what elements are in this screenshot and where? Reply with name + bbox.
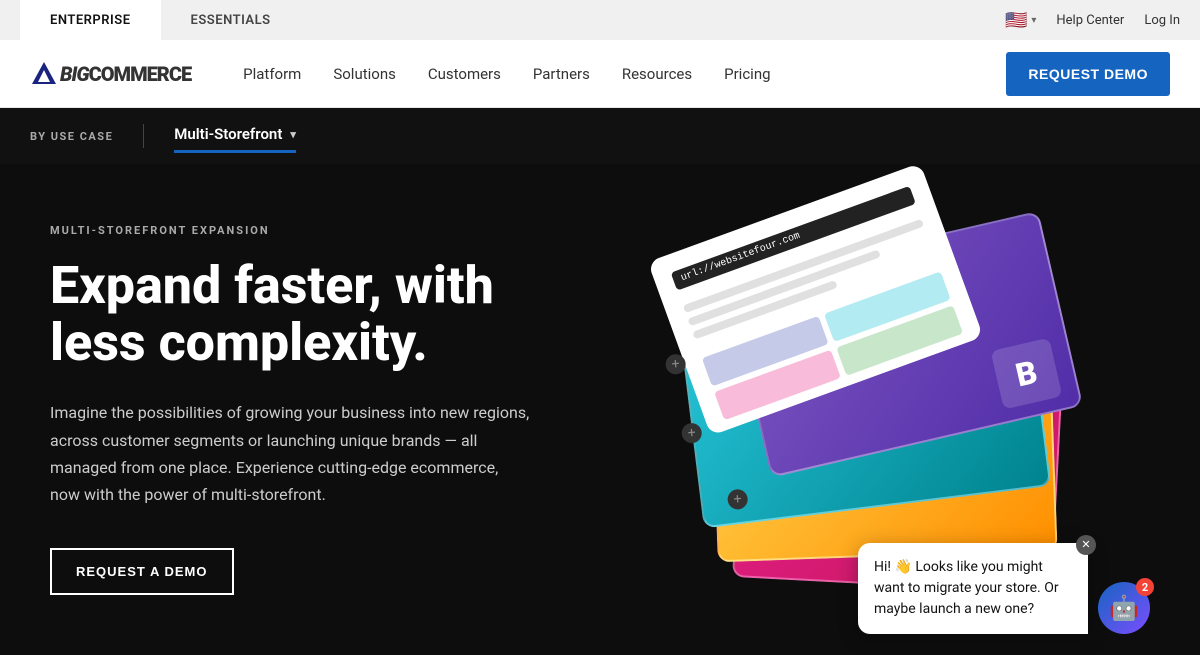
- chevron-down-icon: ▾: [290, 128, 296, 141]
- hero-visual: B url://websitefour.com + +: [650, 184, 1170, 655]
- nav-pricing[interactable]: Pricing: [712, 57, 782, 91]
- hero-title: Expand faster, with less complexity.: [50, 257, 590, 371]
- nav-customers[interactable]: Customers: [416, 57, 513, 91]
- nav-partners[interactable]: Partners: [521, 57, 602, 91]
- chat-avatar-icon: 🤖: [1109, 594, 1139, 622]
- chat-avatar[interactable]: 🤖 2: [1098, 582, 1150, 634]
- hero-content: MULTI-STOREFRONT EXPANSION Expand faster…: [50, 224, 590, 595]
- chevron-down-icon: ▾: [1031, 15, 1036, 26]
- request-demo-button[interactable]: REQUEST DEMO: [1006, 52, 1170, 96]
- tab-enterprise[interactable]: ENTERPRISE: [20, 0, 161, 40]
- help-center-link[interactable]: Help Center: [1056, 13, 1124, 28]
- chat-close-button[interactable]: ✕: [1076, 535, 1096, 555]
- sub-nav-label: BY USE CASE: [30, 130, 113, 143]
- nav-solutions[interactable]: Solutions: [321, 57, 408, 91]
- nav-platform[interactable]: Platform: [231, 57, 313, 91]
- tab-essentials[interactable]: ESSENTIALS: [161, 0, 301, 40]
- sub-nav: BY USE CASE Multi-Storefront ▾: [0, 108, 1200, 164]
- hero-section: MULTI-STOREFRONT EXPANSION Expand faster…: [0, 164, 1200, 655]
- language-selector[interactable]: 🇺🇸 ▾: [1005, 10, 1036, 31]
- hero-eyebrow: MULTI-STOREFRONT EXPANSION: [50, 224, 590, 237]
- logo-text: BIGCOMMERCE: [60, 62, 191, 86]
- nav-resources[interactable]: Resources: [610, 57, 704, 91]
- logo[interactable]: BIGCOMMERCE: [30, 60, 191, 88]
- chat-bubble-container: ✕ Hi! 👋 Looks like you might want to mig…: [858, 543, 1150, 634]
- bc-logo-icon: B: [991, 338, 1063, 410]
- top-bar-right: 🇺🇸 ▾ Help Center Log In: [1005, 10, 1180, 31]
- hero-description: Imagine the possibilities of growing you…: [50, 399, 530, 508]
- top-bar: ENTERPRISE ESSENTIALS 🇺🇸 ▾ Help Center L…: [0, 0, 1200, 40]
- chat-message: Hi! 👋 Looks like you might want to migra…: [874, 559, 1059, 617]
- top-bar-tabs: ENTERPRISE ESSENTIALS: [20, 0, 301, 40]
- main-nav: BIGCOMMERCE Platform Solutions Customers…: [0, 40, 1200, 108]
- chat-badge: 2: [1136, 578, 1154, 596]
- plus-icon-1: +: [665, 353, 687, 375]
- hero-cta-button[interactable]: REQUEST A DEMO: [50, 548, 234, 595]
- sub-nav-divider: [143, 124, 144, 148]
- login-link[interactable]: Log In: [1144, 13, 1180, 28]
- nav-links: Platform Solutions Customers Partners Re…: [231, 57, 1006, 91]
- flag-emoji: 🇺🇸: [1005, 10, 1027, 31]
- logo-icon: [30, 60, 58, 88]
- chat-bubble: ✕ Hi! 👋 Looks like you might want to mig…: [858, 543, 1088, 634]
- sub-nav-multi-storefront[interactable]: Multi-Storefront ▾: [174, 125, 296, 147]
